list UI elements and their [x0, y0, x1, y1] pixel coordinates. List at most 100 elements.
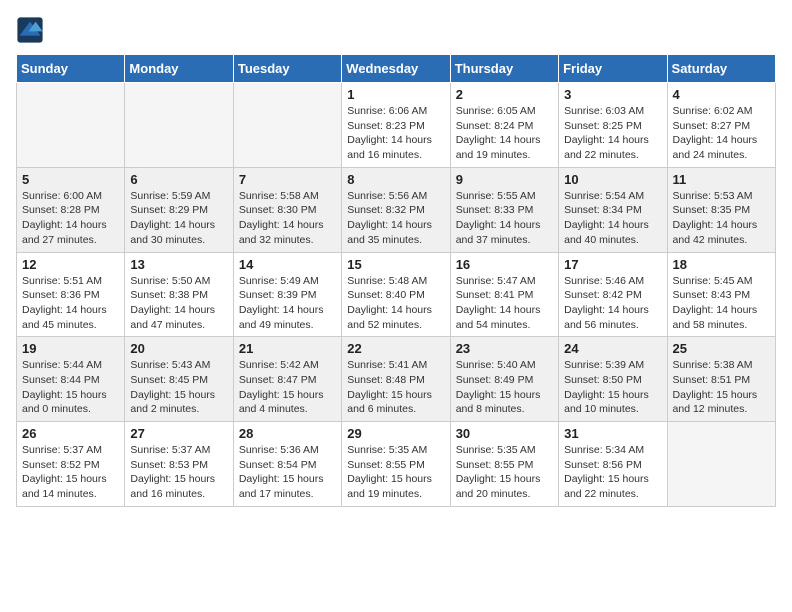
- day-number: 22: [347, 341, 444, 356]
- calendar-cell: [667, 422, 775, 507]
- day-info: Sunrise: 5:46 AM Sunset: 8:42 PM Dayligh…: [564, 274, 661, 333]
- day-info: Sunrise: 5:44 AM Sunset: 8:44 PM Dayligh…: [22, 358, 119, 417]
- day-info: Sunrise: 5:41 AM Sunset: 8:48 PM Dayligh…: [347, 358, 444, 417]
- calendar-week-1: 1 Sunrise: 6:06 AM Sunset: 8:23 PM Daylig…: [17, 83, 776, 168]
- day-info: Sunrise: 5:55 AM Sunset: 8:33 PM Dayligh…: [456, 189, 553, 248]
- calendar-cell: 11Sunrise: 5:53 AM Sunset: 8:35 PM Dayli…: [667, 167, 775, 252]
- logo: [16, 16, 46, 44]
- calendar-cell: 9 Sunrise: 5:55 AM Sunset: 8:33 PM Daylig…: [450, 167, 558, 252]
- header-saturday: Saturday: [667, 55, 775, 83]
- day-number: 7: [239, 172, 336, 187]
- day-info: Sunrise: 6:00 AM Sunset: 8:28 PM Dayligh…: [22, 189, 119, 248]
- day-info: Sunrise: 5:39 AM Sunset: 8:50 PM Dayligh…: [564, 358, 661, 417]
- calendar-cell: 16 Sunrise: 5:47 AM Sunset: 8:41 PM Dayli…: [450, 252, 558, 337]
- calendar-cell: 14 Sunrise: 5:49 AM Sunset: 8:39 PM Dayli…: [233, 252, 341, 337]
- day-number: 12: [22, 257, 119, 272]
- logo-icon: [16, 16, 44, 44]
- day-info: Sunrise: 5:36 AM Sunset: 8:54 PM Dayligh…: [239, 443, 336, 502]
- calendar-cell: 28 Sunrise: 5:36 AM Sunset: 8:54 PM Dayli…: [233, 422, 341, 507]
- calendar-cell: 29 Sunrise: 5:35 AM Sunset: 8:55 PM Dayli…: [342, 422, 450, 507]
- day-number: 14: [239, 257, 336, 272]
- calendar-cell: 21 Sunrise: 5:42 AM Sunset: 8:47 PM Dayli…: [233, 337, 341, 422]
- calendar-table: SundayMondayTuesdayWednesdayThursdayFrid…: [16, 54, 776, 507]
- day-number: 24: [564, 341, 661, 356]
- calendar-cell: 7 Sunrise: 5:58 AM Sunset: 8:30 PM Daylig…: [233, 167, 341, 252]
- day-number: 16: [456, 257, 553, 272]
- day-info: Sunrise: 6:06 AM Sunset: 8:23 PM Dayligh…: [347, 104, 444, 163]
- day-number: 8: [347, 172, 444, 187]
- header-sunday: Sunday: [17, 55, 125, 83]
- calendar-cell: 8 Sunrise: 5:56 AM Sunset: 8:32 PM Daylig…: [342, 167, 450, 252]
- day-info: Sunrise: 5:35 AM Sunset: 8:55 PM Dayligh…: [347, 443, 444, 502]
- calendar-cell: [233, 83, 341, 168]
- day-number: 26: [22, 426, 119, 441]
- day-number: 20: [130, 341, 227, 356]
- day-number: 23: [456, 341, 553, 356]
- day-info: Sunrise: 5:56 AM Sunset: 8:32 PM Dayligh…: [347, 189, 444, 248]
- day-number: 9: [456, 172, 553, 187]
- day-number: 2: [456, 87, 553, 102]
- day-info: Sunrise: 5:59 AM Sunset: 8:29 PM Dayligh…: [130, 189, 227, 248]
- day-info: Sunrise: 6:02 AM Sunset: 8:27 PM Dayligh…: [673, 104, 770, 163]
- day-info: Sunrise: 5:50 AM Sunset: 8:38 PM Dayligh…: [130, 274, 227, 333]
- calendar-week-2: 5 Sunrise: 6:00 AM Sunset: 8:28 PM Daylig…: [17, 167, 776, 252]
- header-friday: Friday: [559, 55, 667, 83]
- calendar-cell: 10 Sunrise: 5:54 AM Sunset: 8:34 PM Dayli…: [559, 167, 667, 252]
- calendar-week-3: 12 Sunrise: 5:51 AM Sunset: 8:36 PM Dayli…: [17, 252, 776, 337]
- calendar-cell: 6 Sunrise: 5:59 AM Sunset: 8:29 PM Daylig…: [125, 167, 233, 252]
- calendar-cell: 22 Sunrise: 5:41 AM Sunset: 8:48 PM Dayli…: [342, 337, 450, 422]
- day-info: Sunrise: 5:49 AM Sunset: 8:39 PM Dayligh…: [239, 274, 336, 333]
- calendar-week-5: 26 Sunrise: 5:37 AM Sunset: 8:52 PM Dayli…: [17, 422, 776, 507]
- calendar-cell: [17, 83, 125, 168]
- day-info: Sunrise: 5:37 AM Sunset: 8:53 PM Dayligh…: [130, 443, 227, 502]
- day-info: Sunrise: 5:47 AM Sunset: 8:41 PM Dayligh…: [456, 274, 553, 333]
- day-info: Sunrise: 5:34 AM Sunset: 8:56 PM Dayligh…: [564, 443, 661, 502]
- calendar-cell: 5 Sunrise: 6:00 AM Sunset: 8:28 PM Daylig…: [17, 167, 125, 252]
- day-number: 29: [347, 426, 444, 441]
- day-number: 3: [564, 87, 661, 102]
- calendar-cell: 17 Sunrise: 5:46 AM Sunset: 8:42 PM Dayli…: [559, 252, 667, 337]
- calendar-cell: 31Sunrise: 5:34 AM Sunset: 8:56 PM Dayli…: [559, 422, 667, 507]
- header-tuesday: Tuesday: [233, 55, 341, 83]
- day-info: Sunrise: 5:54 AM Sunset: 8:34 PM Dayligh…: [564, 189, 661, 248]
- day-info: Sunrise: 5:42 AM Sunset: 8:47 PM Dayligh…: [239, 358, 336, 417]
- day-info: Sunrise: 5:35 AM Sunset: 8:55 PM Dayligh…: [456, 443, 553, 502]
- calendar-header-row: SundayMondayTuesdayWednesdayThursdayFrid…: [17, 55, 776, 83]
- day-number: 15: [347, 257, 444, 272]
- day-number: 30: [456, 426, 553, 441]
- calendar-cell: 3 Sunrise: 6:03 AM Sunset: 8:25 PM Daylig…: [559, 83, 667, 168]
- day-info: Sunrise: 5:48 AM Sunset: 8:40 PM Dayligh…: [347, 274, 444, 333]
- day-info: Sunrise: 5:38 AM Sunset: 8:51 PM Dayligh…: [673, 358, 770, 417]
- calendar-cell: 24 Sunrise: 5:39 AM Sunset: 8:50 PM Dayli…: [559, 337, 667, 422]
- header-monday: Monday: [125, 55, 233, 83]
- day-info: Sunrise: 5:51 AM Sunset: 8:36 PM Dayligh…: [22, 274, 119, 333]
- day-number: 1: [347, 87, 444, 102]
- calendar-cell: 1 Sunrise: 6:06 AM Sunset: 8:23 PM Daylig…: [342, 83, 450, 168]
- day-info: Sunrise: 6:03 AM Sunset: 8:25 PM Dayligh…: [564, 104, 661, 163]
- header-wednesday: Wednesday: [342, 55, 450, 83]
- calendar-cell: 4Sunrise: 6:02 AM Sunset: 8:27 PM Daylig…: [667, 83, 775, 168]
- day-number: 17: [564, 257, 661, 272]
- calendar-cell: 27 Sunrise: 5:37 AM Sunset: 8:53 PM Dayli…: [125, 422, 233, 507]
- day-number: 21: [239, 341, 336, 356]
- day-number: 13: [130, 257, 227, 272]
- day-info: Sunrise: 5:37 AM Sunset: 8:52 PM Dayligh…: [22, 443, 119, 502]
- calendar-cell: 25 Sunrise: 5:38 AM Sunset: 8:51 PM Dayli…: [667, 337, 775, 422]
- header-thursday: Thursday: [450, 55, 558, 83]
- day-number: 6: [130, 172, 227, 187]
- day-number: 27: [130, 426, 227, 441]
- day-number: 10: [564, 172, 661, 187]
- page-header: [16, 16, 776, 44]
- calendar-cell: 26 Sunrise: 5:37 AM Sunset: 8:52 PM Dayli…: [17, 422, 125, 507]
- day-number: 11: [673, 172, 770, 187]
- day-info: Sunrise: 5:58 AM Sunset: 8:30 PM Dayligh…: [239, 189, 336, 248]
- day-info: Sunrise: 6:05 AM Sunset: 8:24 PM Dayligh…: [456, 104, 553, 163]
- day-info: Sunrise: 5:45 AM Sunset: 8:43 PM Dayligh…: [673, 274, 770, 333]
- calendar-cell: [125, 83, 233, 168]
- day-number: 28: [239, 426, 336, 441]
- calendar-cell: 19Sunrise: 5:44 AM Sunset: 8:44 PM Dayli…: [17, 337, 125, 422]
- day-info: Sunrise: 5:43 AM Sunset: 8:45 PM Dayligh…: [130, 358, 227, 417]
- day-number: 25: [673, 341, 770, 356]
- calendar-cell: 15 Sunrise: 5:48 AM Sunset: 8:40 PM Dayli…: [342, 252, 450, 337]
- day-number: 5: [22, 172, 119, 187]
